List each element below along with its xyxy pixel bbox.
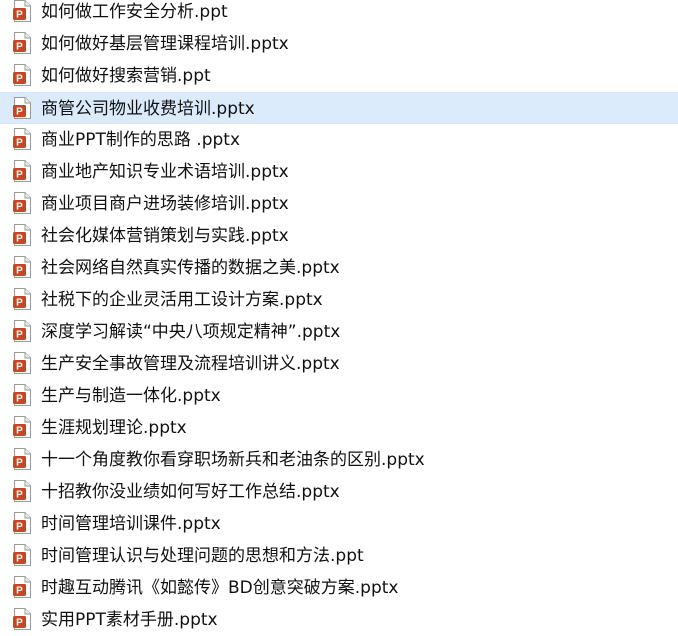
file-row[interactable]: P 实用PPT素材手册.pptx (0, 604, 678, 636)
file-row[interactable]: P 商业PPT制作的思路 .pptx (0, 124, 678, 156)
svg-text:P: P (16, 490, 23, 501)
svg-text:P: P (16, 522, 23, 533)
file-row[interactable]: P 如何做好基层管理课程培训.pptx (0, 28, 678, 60)
file-row[interactable]: P 如何做工作安全分析.ppt (0, 0, 678, 28)
svg-text:P: P (16, 234, 23, 245)
file-row[interactable]: P 如何做好搜索营销.ppt (0, 60, 678, 92)
powerpoint-file-icon: P (13, 352, 31, 374)
svg-text:P: P (16, 362, 23, 373)
file-row[interactable]: P 十一个角度教你看穿职场新兵和老油条的区别.pptx (0, 444, 678, 476)
file-name: 实用PPT素材手册.pptx (41, 610, 218, 630)
svg-text:P: P (16, 42, 23, 53)
file-name: 如何做好搜索营销.ppt (41, 66, 211, 86)
file-name: 商业项目商户进场装修培训.pptx (41, 194, 289, 214)
file-row[interactable]: P 商业地产知识专业术语培训.pptx (0, 156, 678, 188)
powerpoint-file-icon: P (13, 608, 31, 630)
file-row[interactable]: P 十招教你没业绩如何写好工作总结.pptx (0, 476, 678, 508)
powerpoint-file-icon: P (13, 0, 31, 22)
file-row[interactable]: P 时间管理培训课件.pptx (0, 508, 678, 540)
file-row[interactable]: P 社会网络自然真实传播的数据之美.pptx (0, 252, 678, 284)
file-name: 如何做工作安全分析.ppt (41, 2, 228, 22)
powerpoint-file-icon: P (13, 192, 31, 214)
file-name: 如何做好基层管理课程培训.pptx (41, 34, 289, 54)
powerpoint-file-icon: P (13, 160, 31, 182)
powerpoint-file-icon: P (13, 64, 31, 86)
svg-text:P: P (16, 74, 23, 85)
svg-text:P: P (16, 202, 23, 213)
file-row[interactable]: P 生产安全事故管理及流程培训讲义.pptx (0, 348, 678, 380)
powerpoint-file-icon: P (13, 97, 31, 119)
powerpoint-file-icon: P (13, 384, 31, 406)
file-row[interactable]: P 生涯规划理论.pptx (0, 412, 678, 444)
file-row[interactable]: P 时间管理认识与处理问题的思想和方法.ppt (0, 540, 678, 572)
powerpoint-file-icon: P (13, 544, 31, 566)
file-row[interactable]: P 商管公司物业收费培训.pptx (0, 92, 678, 124)
file-name: 社会化媒体营销策划与实践.pptx (41, 226, 289, 246)
svg-text:P: P (16, 107, 23, 118)
powerpoint-file-icon: P (13, 416, 31, 438)
svg-text:P: P (16, 426, 23, 437)
file-row[interactable]: P 生产与制造一体化.pptx (0, 380, 678, 412)
powerpoint-file-icon: P (13, 480, 31, 502)
file-name: 商管公司物业收费培训.pptx (41, 99, 255, 119)
file-name: 生产安全事故管理及流程培训讲义.pptx (41, 354, 340, 374)
file-name: 商业PPT制作的思路 .pptx (41, 130, 241, 150)
svg-text:P: P (16, 394, 23, 405)
powerpoint-file-icon: P (13, 224, 31, 246)
file-list: P 如何做工作安全分析.ppt P 如何做好基层管理课程培训.pptx P 如何做好搜索营… (0, 0, 678, 636)
file-name: 商业地产知识专业术语培训.pptx (41, 162, 289, 182)
svg-text:P: P (16, 266, 23, 277)
file-name: 生涯规划理论.pptx (41, 418, 187, 438)
file-name: 时间管理认识与处理问题的思想和方法.ppt (41, 546, 364, 566)
file-row[interactable]: P 社会化媒体营销策划与实践.pptx (0, 220, 678, 252)
svg-text:P: P (16, 458, 23, 469)
file-name: 社税下的企业灵活用工设计方案.pptx (41, 290, 323, 310)
svg-text:P: P (16, 586, 23, 597)
file-row[interactable]: P 社税下的企业灵活用工设计方案.pptx (0, 284, 678, 316)
file-name: 社会网络自然真实传播的数据之美.pptx (41, 258, 340, 278)
svg-text:P: P (16, 618, 23, 629)
file-name: 十一个角度教你看穿职场新兵和老油条的区别.pptx (41, 450, 425, 470)
file-row[interactable]: P 深度学习解读“中央八项规定精神”.pptx (0, 316, 678, 348)
powerpoint-file-icon: P (13, 448, 31, 470)
file-row[interactable]: P 商业项目商户进场装修培训.pptx (0, 188, 678, 220)
powerpoint-file-icon: P (13, 576, 31, 598)
file-name: 时趣互动腾讯《如懿传》BD创意突破方案.pptx (41, 578, 399, 598)
svg-text:P: P (16, 10, 23, 21)
powerpoint-file-icon: P (13, 512, 31, 534)
svg-text:P: P (16, 554, 23, 565)
file-name: 十招教你没业绩如何写好工作总结.pptx (41, 482, 340, 502)
file-row[interactable]: P 时趣互动腾讯《如懿传》BD创意突破方案.pptx (0, 572, 678, 604)
svg-text:P: P (16, 298, 23, 309)
powerpoint-file-icon: P (13, 256, 31, 278)
powerpoint-file-icon: P (13, 320, 31, 342)
svg-text:P: P (16, 138, 23, 149)
powerpoint-file-icon: P (13, 32, 31, 54)
file-name: 时间管理培训课件.pptx (41, 514, 221, 534)
svg-text:P: P (16, 170, 23, 181)
powerpoint-file-icon: P (13, 128, 31, 150)
powerpoint-file-icon: P (13, 288, 31, 310)
svg-text:P: P (16, 330, 23, 341)
file-name: 深度学习解读“中央八项规定精神”.pptx (41, 322, 341, 342)
file-name: 生产与制造一体化.pptx (41, 386, 221, 406)
